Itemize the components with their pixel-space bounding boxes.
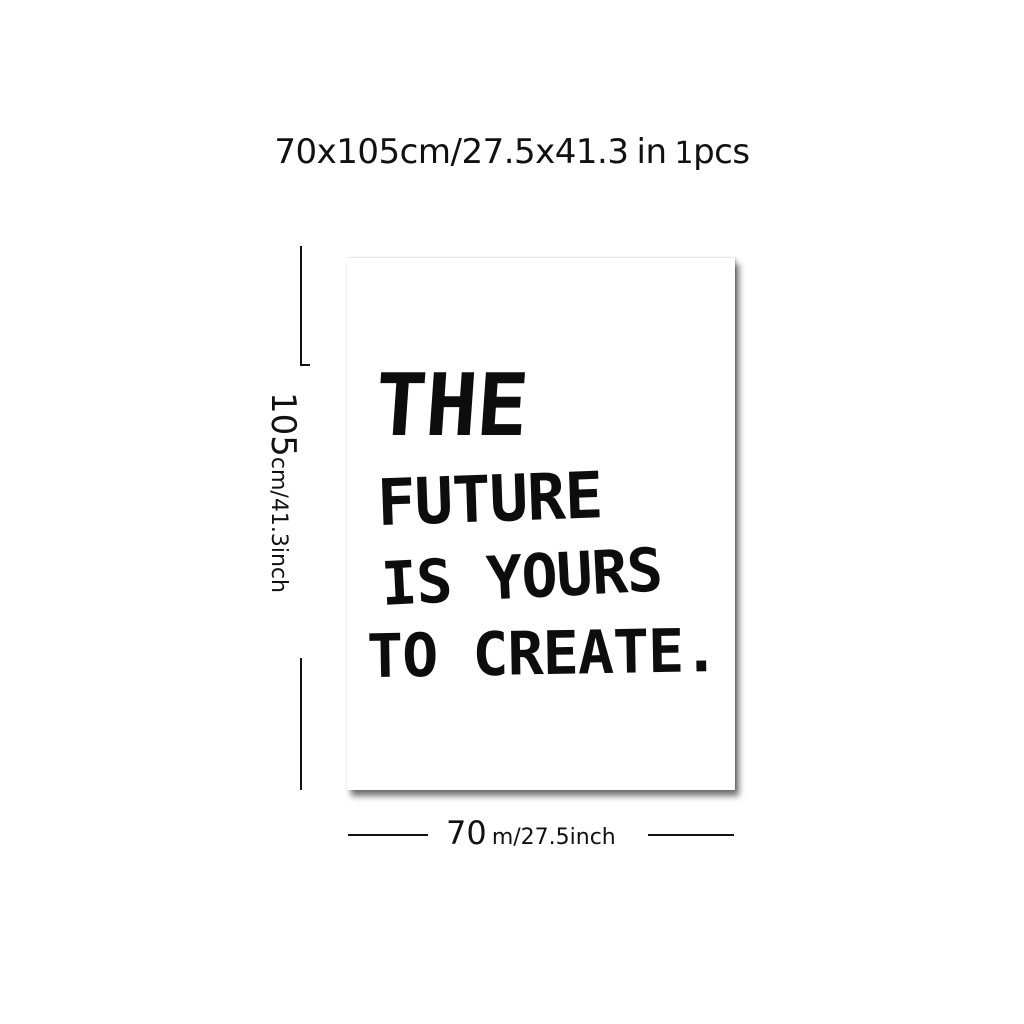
width-dimension-line-left bbox=[348, 834, 428, 836]
width-unit: m/27.5inch bbox=[491, 825, 616, 850]
height-unit: cm/41.3inch bbox=[266, 456, 291, 593]
headline-inch-unit: in bbox=[636, 132, 668, 172]
height-dimension-label: 105cm/41.3inch bbox=[263, 392, 303, 593]
height-dimension-line-top bbox=[300, 246, 302, 364]
width-dimension-line-right bbox=[648, 834, 734, 836]
poster-quote: THE FUTURE IS YOURS TO CREATE. bbox=[366, 354, 727, 694]
headline-imperial: 27.5x41.3 bbox=[461, 132, 629, 172]
quote-line-3: IS YOURS bbox=[379, 535, 664, 621]
quote-line-4: TO CREATE. bbox=[366, 616, 719, 693]
height-dimension-tick bbox=[300, 364, 310, 366]
headline-metric: 70x105cm/ bbox=[274, 132, 462, 172]
size-headline: 70x105cm/27.5x41.3 in 1pcs bbox=[0, 132, 1024, 172]
width-number: 70 bbox=[446, 814, 487, 852]
poster-canvas: THE FUTURE IS YOURS TO CREATE. bbox=[347, 258, 735, 790]
headline-pcs: pcs bbox=[693, 132, 750, 172]
quote-line-2: FUTURE bbox=[375, 459, 604, 542]
width-dimension-label: 70 m/27.5inch bbox=[446, 814, 616, 852]
height-number: 105 bbox=[263, 392, 303, 457]
headline-count: 1 bbox=[674, 136, 694, 171]
height-dimension-line-bottom bbox=[300, 658, 302, 790]
quote-line-1: THE bbox=[371, 356, 531, 456]
